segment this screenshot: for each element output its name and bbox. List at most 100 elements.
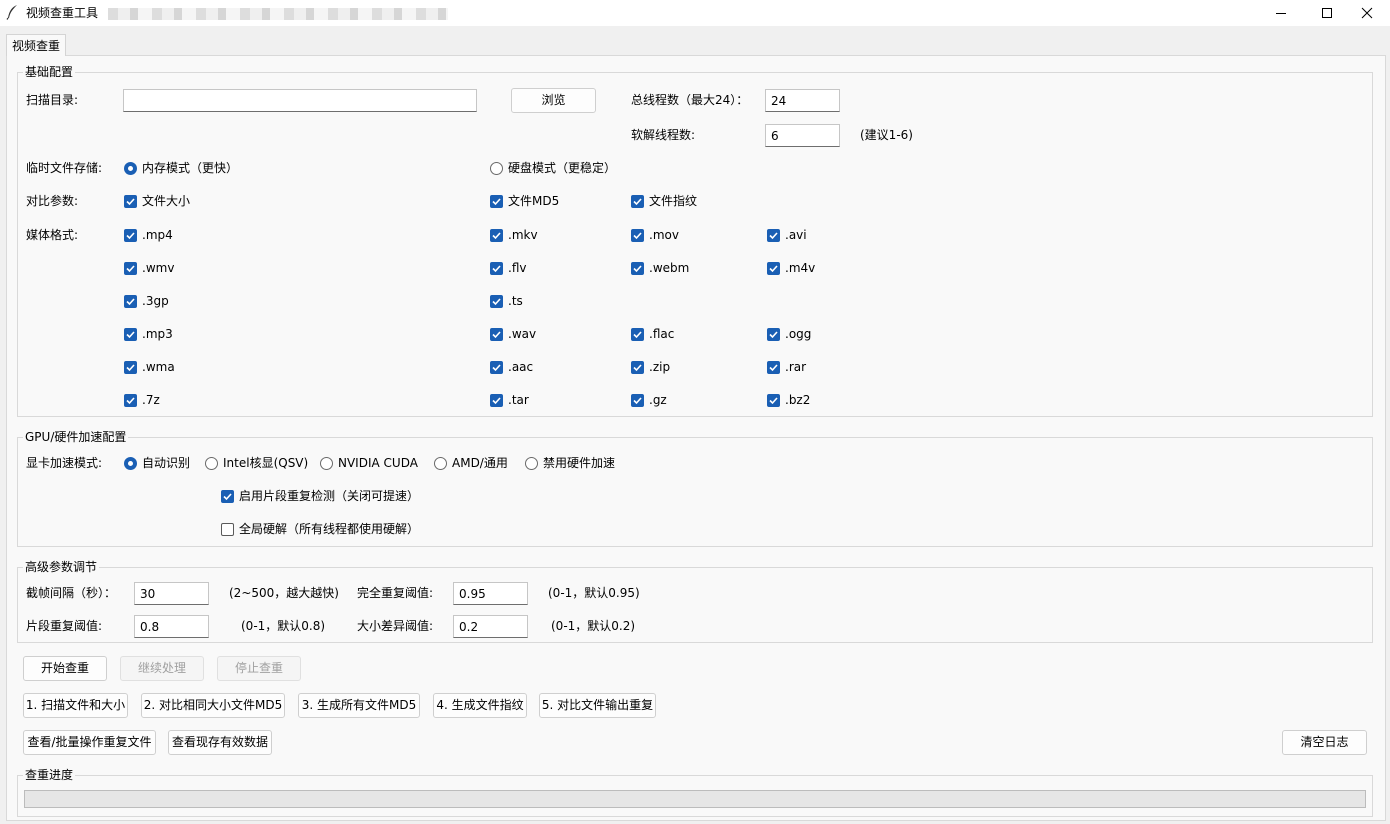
advanced-frame (17, 567, 1373, 643)
gpu-mode-1-radio[interactable] (205, 457, 218, 470)
compare-option-0-checkbox[interactable] (124, 195, 137, 208)
total-threads-input[interactable] (765, 89, 840, 112)
format-ts-label: .ts (508, 294, 523, 308)
format-mov-checkbox[interactable] (631, 229, 644, 242)
compare-option-2-checkbox[interactable] (631, 195, 644, 208)
temp-option-1-radio[interactable] (490, 162, 503, 175)
maximize-icon (1322, 8, 1332, 18)
soft-threads-hint: (建议1-6) (860, 128, 913, 142)
gpu-mode-4-radio[interactable] (525, 457, 538, 470)
close-icon (1361, 7, 1373, 19)
format-bz2-checkbox[interactable] (767, 394, 780, 407)
gpu-mode-1-label: Intel核显(QSV) (223, 456, 309, 470)
segment-detect-checkbox[interactable] (221, 490, 234, 503)
scan-dir-input[interactable] (123, 89, 477, 112)
gpu-mode-0-radio[interactable] (124, 457, 137, 470)
global-hw-decode-checkbox[interactable] (221, 523, 234, 536)
checkmark-icon (769, 331, 778, 339)
browse-button[interactable]: 浏览 (511, 88, 596, 113)
soft-threads-input[interactable] (765, 124, 840, 147)
checkmark-icon (492, 265, 501, 273)
checkmark-icon (633, 331, 642, 339)
format-wmv-label: .wmv (142, 261, 175, 275)
frame-interval-hint: (2~500，越大越快) (229, 586, 339, 600)
format-mp4-label: .mp4 (142, 228, 173, 242)
scan-dir-label: 扫描目录: (26, 93, 79, 107)
format-wav-checkbox[interactable] (490, 328, 503, 341)
step3-md5-all-button[interactable]: 3. 生成所有文件MD5 (298, 693, 420, 718)
format-aac-checkbox[interactable] (490, 361, 503, 374)
checkmark-icon (126, 232, 135, 240)
format-flac-checkbox[interactable] (631, 328, 644, 341)
gpu-mode-2-label: NVIDIA CUDA (338, 456, 418, 470)
format-mp3-checkbox[interactable] (124, 328, 137, 341)
format-m4v-checkbox[interactable] (767, 262, 780, 275)
checkmark-icon (492, 364, 501, 372)
format-3gp-label: .3gp (142, 294, 169, 308)
step2-md5-same-size-button[interactable]: 2. 对比相同大小文件MD5 (141, 693, 285, 718)
format-webm-checkbox[interactable] (631, 262, 644, 275)
format-mkv-checkbox[interactable] (490, 229, 503, 242)
checkmark-icon (633, 265, 642, 273)
format-ogg-checkbox[interactable] (767, 328, 780, 341)
full-dup-label: 完全重复阈值: (357, 586, 434, 600)
gpu-mode-3-label: AMD/通用 (452, 456, 508, 470)
format-wma-checkbox[interactable] (124, 361, 137, 374)
global-hw-decode-label: 全局硬解（所有线程都使用硬解） (239, 522, 420, 536)
stop-dedup-button[interactable]: 停止查重 (217, 656, 301, 681)
title-redacted-area (108, 8, 448, 20)
format-ogg-label: .ogg (785, 327, 812, 341)
frame-interval-input[interactable] (134, 582, 209, 605)
format-avi-checkbox[interactable] (767, 229, 780, 242)
checkmark-icon (126, 364, 135, 372)
size-diff-input[interactable] (453, 615, 528, 638)
window-title: 视频查重工具 (26, 6, 99, 20)
gpu-mode-3-radio[interactable] (434, 457, 447, 470)
size-diff-hint: (0-1，默认0.2) (551, 619, 636, 633)
format-wmv-checkbox[interactable] (124, 262, 137, 275)
format-rar-checkbox[interactable] (767, 361, 780, 374)
tab-video-dedup[interactable]: 视频查重 (6, 34, 66, 56)
start-dedup-button[interactable]: 开始查重 (23, 656, 107, 681)
format-mp4-checkbox[interactable] (124, 229, 137, 242)
temp-option-0-radio[interactable] (124, 162, 137, 175)
checkmark-icon (769, 397, 778, 405)
format-tar-label: .tar (508, 393, 529, 407)
checkmark-icon (126, 198, 135, 206)
full-dup-input[interactable] (453, 582, 528, 605)
step1-scan-button[interactable]: 1. 扫描文件和大小 (23, 693, 128, 718)
format-7z-checkbox[interactable] (124, 394, 137, 407)
temp-option-1-label: 硬盘模式（更稳定） (508, 161, 617, 175)
step5-output-dup-button[interactable]: 5. 对比文件输出重复 (539, 693, 656, 718)
checkmark-icon (492, 298, 501, 306)
format-flv-checkbox[interactable] (490, 262, 503, 275)
clear-log-button[interactable]: 清空日志 (1282, 730, 1367, 755)
format-mp3-label: .mp3 (142, 327, 173, 341)
view-valid-data-button[interactable]: 查看现存有效数据 (168, 730, 272, 755)
format-3gp-checkbox[interactable] (124, 295, 137, 308)
compare-option-1-checkbox[interactable] (490, 195, 503, 208)
format-tar-checkbox[interactable] (490, 394, 503, 407)
segment-dup-hint: (0-1，默认0.8) (241, 619, 326, 633)
format-zip-checkbox[interactable] (631, 361, 644, 374)
gpu-mode-2-radio[interactable] (320, 457, 333, 470)
compare-params-label: 对比参数: (26, 194, 79, 208)
resume-button[interactable]: 继续处理 (120, 656, 204, 681)
minimize-button[interactable] (1258, 0, 1304, 26)
format-gz-checkbox[interactable] (631, 394, 644, 407)
format-flac-label: .flac (649, 327, 675, 341)
segment-dup-input[interactable] (134, 615, 209, 638)
soft-threads-label: 软解线程数: (631, 128, 696, 142)
basic-config-title: 基础配置 (23, 65, 76, 79)
format-ts-checkbox[interactable] (490, 295, 503, 308)
close-button[interactable] (1344, 0, 1390, 26)
advanced-title: 高级参数调节 (23, 560, 100, 574)
step4-fingerprint-button[interactable]: 4. 生成文件指纹 (433, 693, 527, 718)
size-diff-label: 大小差异阈值: (357, 619, 434, 633)
gpu-mode-0-label: 自动识别 (142, 456, 191, 470)
basic-config-frame (17, 72, 1373, 417)
feather-icon (6, 4, 20, 20)
checkmark-icon (769, 265, 778, 273)
segment-dup-label: 片段重复阈值: (26, 619, 103, 633)
view-dup-files-button[interactable]: 查看/批量操作重复文件 (23, 730, 156, 755)
